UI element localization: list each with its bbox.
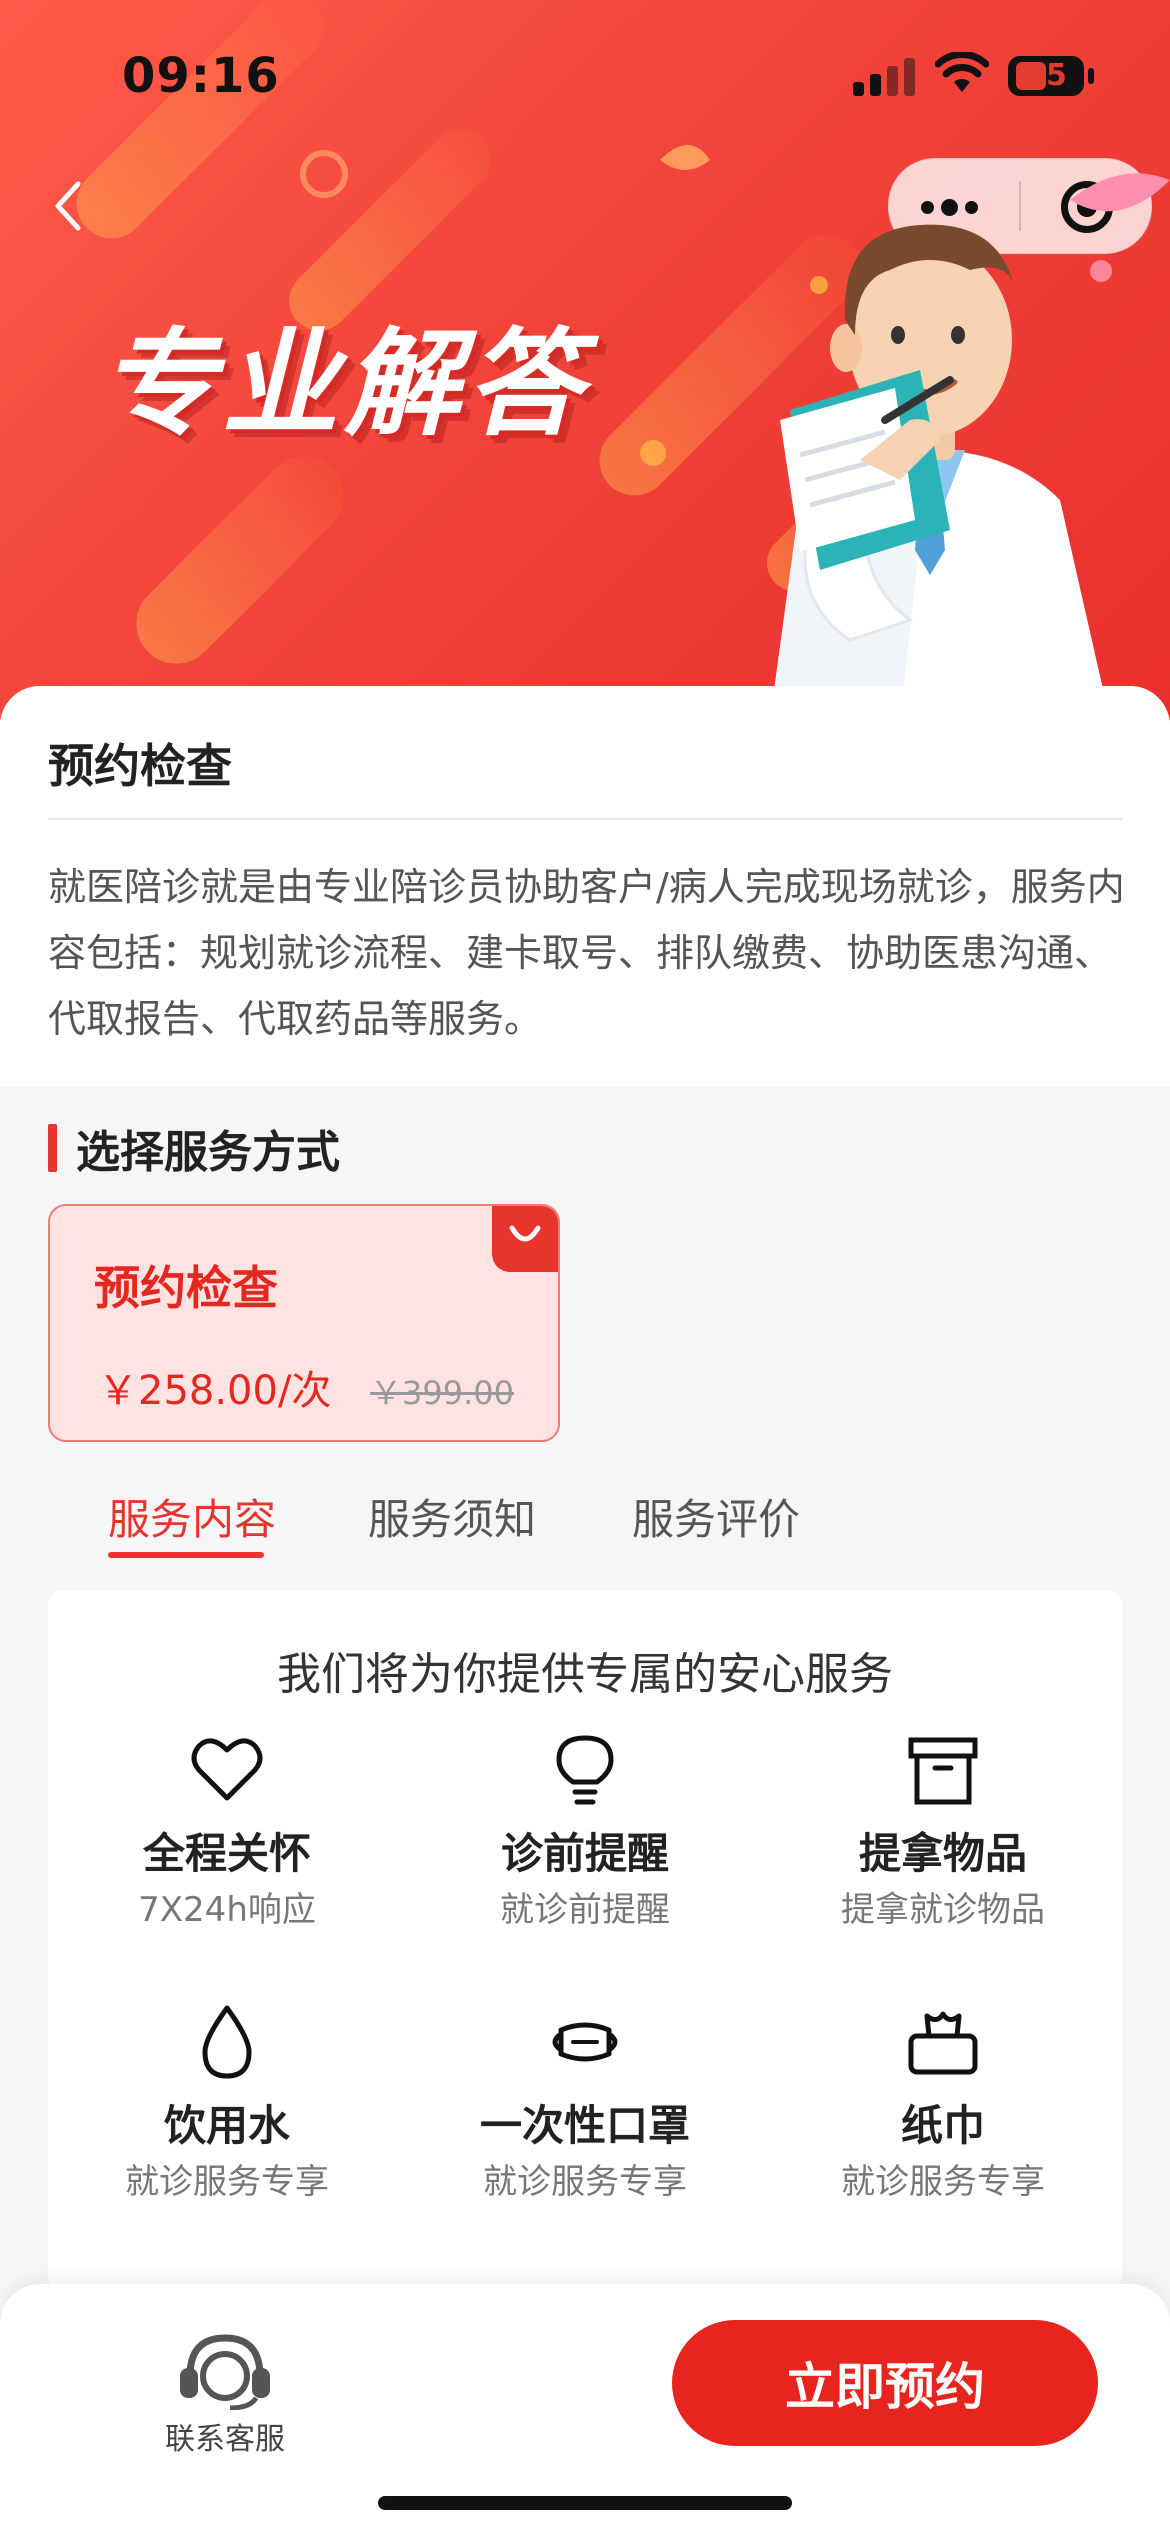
service-option-card[interactable]: 预约检查 ￥258.00/次 ￥399.00	[48, 1204, 560, 1442]
feature-title: 全程关怀	[142, 1829, 311, 1878]
feature-title: 诊前提醒	[500, 1829, 669, 1878]
feature-title: 饮用水	[163, 2101, 290, 2150]
option-name: 预约检查	[94, 1261, 278, 1315]
feature-subtitle: 7X24h响应	[138, 1890, 316, 1930]
banner-title: 专业解答	[100, 317, 588, 452]
content-sheet: 预约检查 就医陪诊就是由专业陪诊员协助客户/病人完成现场就诊，服务内容包括：规划…	[0, 686, 1170, 2532]
tab-active-indicator	[108, 1552, 264, 1558]
hero-banner: 09:16 35 专业解答	[0, 0, 1170, 720]
feature-title: 提拿物品	[858, 1829, 1027, 1878]
bottom-action-bar: 联系客服 立即预约	[0, 2284, 1170, 2532]
customer-service-button[interactable]: 联系客服	[150, 2324, 300, 2464]
feature-title: 一次性口罩	[479, 2101, 690, 2150]
wifi-icon	[935, 52, 989, 92]
book-now-button[interactable]: 立即预约	[672, 2320, 1098, 2446]
option-original-price: ￥399.00	[370, 1374, 514, 1412]
feature-item: 纸巾 就诊服务专享	[764, 2002, 1122, 2222]
back-button[interactable]	[40, 170, 100, 240]
intro-card: 预约检查 就医陪诊就是由专业陪诊员协助客户/病人完成现场就诊，服务内容包括：规划…	[0, 686, 1170, 1086]
tab-service-content[interactable]: 服务内容	[108, 1486, 276, 1547]
option-price: ￥258.00/次	[98, 1368, 332, 1414]
feature-subtitle: 就诊服务专享	[125, 2162, 329, 2202]
tissue-icon	[908, 2011, 978, 2075]
water-drop-icon	[202, 2005, 252, 2079]
headset-icon	[180, 2334, 270, 2410]
feature-item: 全程关怀 7X24h响应	[48, 1730, 406, 1950]
feature-item: 一次性口罩 就诊服务专享	[406, 2002, 764, 2222]
service-heading: 我们将为你提供专属的安心服务	[277, 1649, 893, 1700]
selected-check-icon	[492, 1206, 558, 1272]
home-indicator	[378, 2496, 792, 2510]
customer-service-label: 联系客服	[165, 2422, 285, 2457]
divider	[48, 818, 1122, 820]
feature-title: 纸巾	[900, 2101, 985, 2150]
feature-subtitle: 就诊前提醒	[500, 1890, 670, 1930]
status-time: 09:16	[122, 48, 280, 104]
box-icon	[908, 1737, 978, 1805]
tab-service-reviews[interactable]: 服务评价	[632, 1486, 800, 1547]
heart-icon	[191, 1738, 263, 1801]
intro-title: 预约检查	[48, 739, 232, 793]
battery-icon: 35	[1008, 56, 1084, 96]
feature-subtitle: 就诊服务专享	[483, 2162, 687, 2202]
lightbulb-icon	[556, 1735, 614, 1805]
tab-service-notice[interactable]: 服务须知	[368, 1486, 536, 1547]
signal-icon	[853, 58, 915, 96]
tab-bar: 服务内容 服务须知 服务评价	[0, 1486, 1170, 1566]
status-bar: 09:16 35	[0, 0, 1170, 140]
feature-item: 诊前提醒 就诊前提醒	[406, 1730, 764, 1950]
chevron-left-icon	[55, 181, 81, 231]
doctor-illustration	[660, 145, 1170, 720]
feature-item: 提拿物品 提拿就诊物品	[764, 1730, 1122, 1950]
service-select-title: 选择服务方式	[76, 1127, 340, 1178]
feature-subtitle: 就诊服务专享	[841, 2162, 1045, 2202]
intro-description: 就医陪诊就是由专业陪诊员协助客户/病人完成现场就诊，服务内容包括：规划就诊流程、…	[48, 865, 1125, 1041]
service-content-card: 我们将为你提供专属的安心服务 全程关怀 7X24h响应 诊前提醒 就诊前提醒 提…	[48, 1590, 1122, 2290]
mask-icon	[552, 2022, 618, 2062]
battery-level: 35	[1025, 58, 1067, 93]
feature-subtitle: 提拿就诊物品	[841, 1890, 1045, 1930]
heading-accent-bar	[48, 1124, 57, 1172]
feature-item: 饮用水 就诊服务专享	[48, 2002, 406, 2222]
